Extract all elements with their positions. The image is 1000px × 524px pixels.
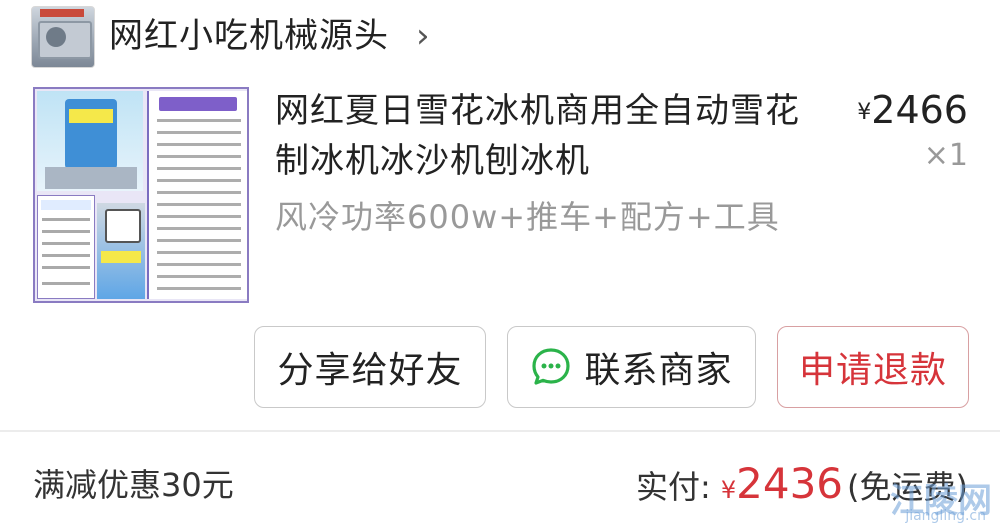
refund-button[interactable]: 申请退款 <box>777 326 969 408</box>
shop-header[interactable]: 网红小吃机械源头 › <box>0 0 1000 76</box>
wechat-chat-icon <box>530 346 572 388</box>
shop-avatar[interactable] <box>31 6 95 68</box>
paid-currency: ¥ <box>720 476 737 504</box>
divider <box>0 430 1000 432</box>
product-quantity: ×1 <box>923 138 968 173</box>
contact-seller-label: 联系商家 <box>584 350 733 391</box>
price-currency: ¥ <box>857 100 872 125</box>
discount-info: 满减优惠30元 <box>33 466 234 504</box>
product-image[interactable] <box>33 87 249 303</box>
paid-label: 实付: <box>636 468 711 506</box>
chevron-right-icon[interactable]: › <box>416 14 430 58</box>
shop-name[interactable]: 网红小吃机械源头 <box>109 14 389 58</box>
product-sku: 风冷功率600w+推车+配方+工具 <box>275 198 780 236</box>
share-button[interactable]: 分享给好友 <box>254 326 486 408</box>
watermark-url: jiangling.cn <box>905 508 986 524</box>
product-title[interactable]: 网红夏日雪花冰机商用全自动雪花制冰机冰沙机刨冰机 <box>275 86 815 186</box>
contact-seller-button[interactable]: 联系商家 <box>507 326 756 408</box>
price-value: 2466 <box>871 88 968 132</box>
paid-amount: 2436 <box>736 459 844 508</box>
share-button-label: 分享给好友 <box>277 350 463 391</box>
refund-button-label: 申请退款 <box>798 350 947 391</box>
product-price: ¥2466 <box>857 88 968 132</box>
